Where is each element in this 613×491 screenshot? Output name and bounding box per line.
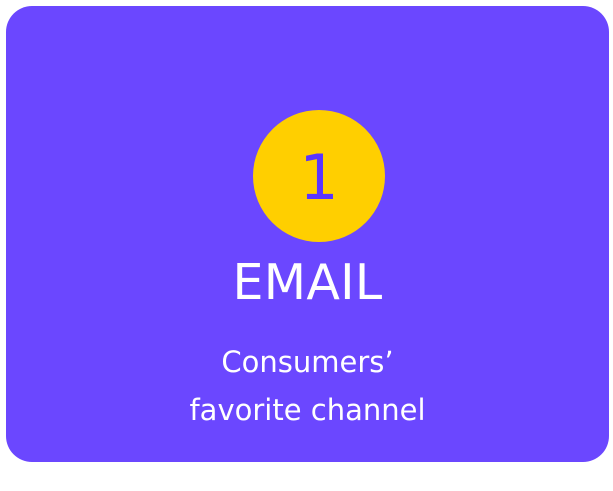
card-subtitle: Consumers’ favorite channel	[6, 338, 609, 434]
card-title: EMAIL	[232, 254, 383, 311]
subtitle-line-2: favorite channel	[189, 393, 426, 427]
subtitle-line-1: Consumers’	[221, 345, 394, 379]
feature-card: 1 EMAIL Consumers’ favorite channel	[6, 6, 609, 462]
number-badge: 1	[253, 110, 385, 242]
badge-number: 1	[299, 141, 339, 214]
